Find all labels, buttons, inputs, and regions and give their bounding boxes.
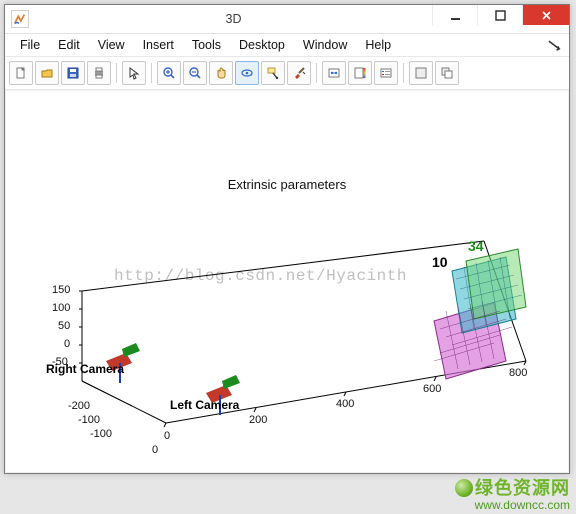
toolbar-separator <box>151 63 152 83</box>
minimize-button[interactable] <box>432 5 477 25</box>
figure-canvas[interactable]: Extrinsic parameters http://blog.csdn.ne… <box>5 90 569 473</box>
toolbar-separator <box>403 63 404 83</box>
ytick: -200 <box>68 400 90 412</box>
toolbar-separator <box>116 63 117 83</box>
close-button[interactable] <box>522 5 569 25</box>
ztick: 150 <box>52 284 70 296</box>
ztick: 0 <box>64 338 70 350</box>
tile-icon[interactable] <box>409 61 433 85</box>
colorbar-icon[interactable] <box>348 61 372 85</box>
rotate3d-icon[interactable] <box>235 61 259 85</box>
xtick: 200 <box>249 414 267 426</box>
menu-desktop[interactable]: Desktop <box>230 35 294 55</box>
x2tick: -100 <box>90 428 112 440</box>
titlebar: 3D <box>5 5 569 34</box>
new-file-icon[interactable] <box>9 61 33 85</box>
ztick: 100 <box>52 302 70 314</box>
menu-view[interactable]: View <box>89 35 134 55</box>
menu-insert[interactable]: Insert <box>134 35 183 55</box>
board-label-34: 34 <box>468 238 484 254</box>
site-brand: 绿色资源网 <box>455 479 570 499</box>
toolbar-separator <box>316 63 317 83</box>
axes-3d: -50 0 50 100 150 0 200 400 600 800 -100 … <box>36 211 546 461</box>
globe-icon <box>455 479 473 497</box>
xtick: 400 <box>336 398 354 410</box>
pointer-icon[interactable] <box>122 61 146 85</box>
menu-edit[interactable]: Edit <box>49 35 89 55</box>
xtick: 600 <box>423 383 441 395</box>
legend-icon[interactable] <box>374 61 398 85</box>
menubar: File Edit View Insert Tools Desktop Wind… <box>5 34 569 57</box>
site-url: www.downcc.com <box>455 499 570 512</box>
menu-help[interactable]: Help <box>356 35 400 55</box>
site-brand-text: 绿色资源网 <box>475 478 570 498</box>
board-label-10: 10 <box>432 254 448 270</box>
menu-tools[interactable]: Tools <box>183 35 230 55</box>
figure-window: 3D File Edit View Insert Tools Desktop W… <box>4 4 570 474</box>
dock-arrow-icon[interactable] <box>545 37 563 53</box>
xtick: 800 <box>509 367 527 379</box>
x2tick: 0 <box>152 444 158 456</box>
window-title: 3D <box>35 12 432 26</box>
maximize-button[interactable] <box>477 5 522 25</box>
zoom-out-icon[interactable] <box>183 61 207 85</box>
menu-window[interactable]: Window <box>294 35 356 55</box>
calibration-boards <box>434 249 526 379</box>
cascade-icon[interactable] <box>435 61 459 85</box>
datacursor-icon[interactable] <box>261 61 285 85</box>
menu-file[interactable]: File <box>11 35 49 55</box>
window-controls <box>432 5 569 33</box>
save-icon[interactable] <box>61 61 85 85</box>
left-camera-label: Left Camera <box>170 398 240 412</box>
link-icon[interactable] <box>322 61 346 85</box>
plot-title: Extrinsic parameters <box>6 177 568 192</box>
brush-icon[interactable] <box>287 61 311 85</box>
matlab-icon <box>11 10 29 28</box>
toolbar <box>5 57 569 90</box>
ytick: -100 <box>78 414 100 426</box>
right-camera-label: Right Camera <box>46 362 124 376</box>
print-icon[interactable] <box>87 61 111 85</box>
open-folder-icon[interactable] <box>35 61 59 85</box>
pan-icon[interactable] <box>209 61 233 85</box>
zoom-in-icon[interactable] <box>157 61 181 85</box>
site-watermark: 绿色资源网 www.downcc.com <box>455 479 570 512</box>
xtick: 0 <box>164 430 170 442</box>
ztick: 50 <box>58 320 70 332</box>
